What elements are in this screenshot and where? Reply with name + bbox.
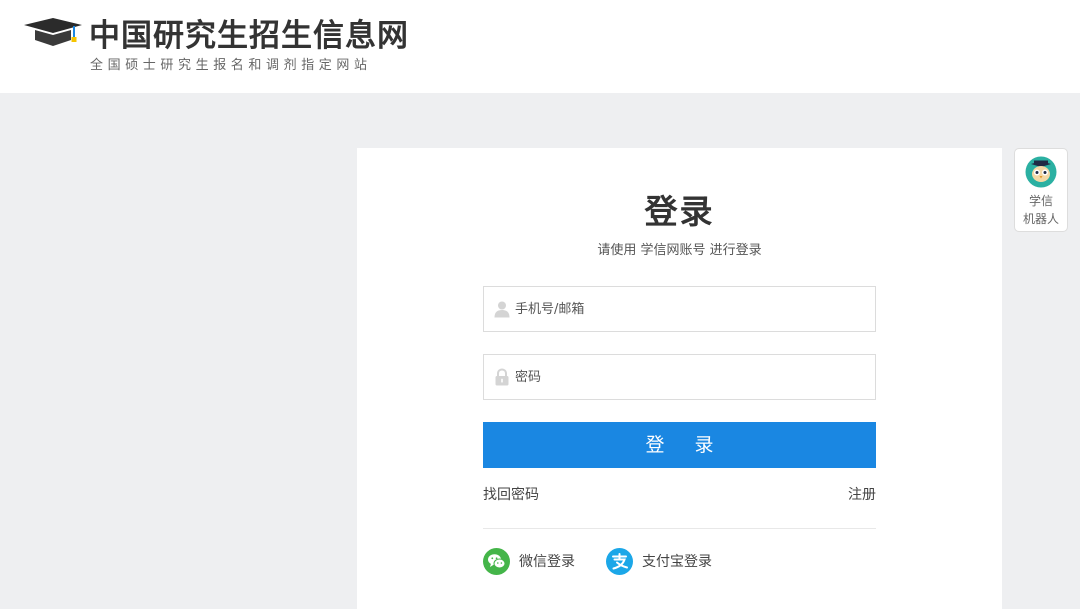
robot-label-line1: 学信 [1028, 194, 1053, 208]
site-logo[interactable]: 中国研究生招生信息网 全国硕士研究生报名和调剂指定网站 [22, 14, 422, 80]
alipay-login-link[interactable]: 支付宝登录 [606, 547, 712, 575]
wechat-login-link[interactable]: 微信登录 [483, 547, 575, 575]
divider [483, 528, 876, 529]
robot-avatar-icon [1025, 156, 1057, 188]
alipay-icon [606, 547, 633, 575]
site-title: 中国研究生招生信息网 [89, 18, 409, 54]
username-input[interactable] [515, 287, 870, 331]
alipay-login-label: 支付宝登录 [642, 554, 712, 570]
login-panel: 登录 请使用 学信网账号 进行登录 登 录 找回密码 注册 [357, 148, 1002, 609]
graduation-cap-icon [24, 18, 82, 46]
lock-icon [495, 368, 509, 386]
wechat-icon [483, 547, 510, 575]
site-subtitle: 全国硕士研究生报名和调剂指定网站 [90, 58, 372, 73]
site-header: 中国研究生招生信息网 全国硕士研究生报名和调剂指定网站 [0, 0, 1080, 93]
forgot-password-link[interactable]: 找回密码 [483, 486, 539, 504]
login-hint: 请使用 学信网账号 进行登录 [597, 243, 762, 258]
wechat-login-label: 微信登录 [519, 554, 575, 570]
password-field[interactable] [483, 354, 876, 400]
robot-label-line2: 机器人 [1022, 212, 1059, 226]
password-input[interactable] [515, 355, 870, 399]
username-field[interactable] [483, 286, 876, 332]
user-icon [494, 301, 510, 318]
register-link[interactable]: 注册 [848, 486, 876, 504]
login-title: 登录 [644, 192, 715, 231]
xuexin-robot-widget[interactable]: 学信 机器人 [1014, 148, 1068, 232]
login-button[interactable]: 登 录 [483, 422, 876, 468]
